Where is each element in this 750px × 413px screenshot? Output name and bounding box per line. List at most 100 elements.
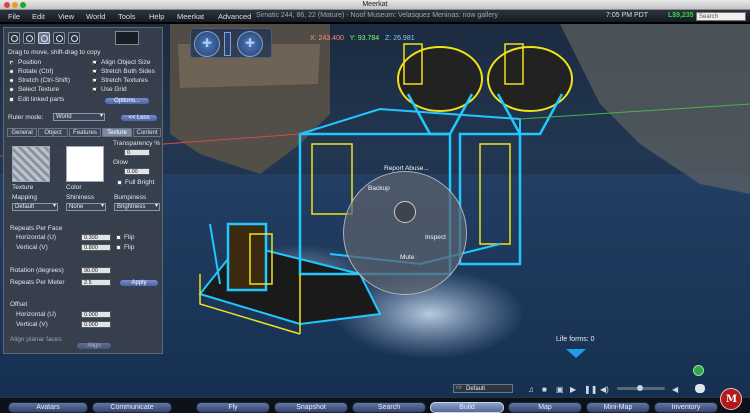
fullbright-checkbox[interactable] <box>117 180 122 185</box>
position-radio[interactable] <box>9 60 14 65</box>
texture-label: Texture <box>12 184 34 191</box>
move-wheel-icon[interactable] <box>194 31 220 57</box>
use-grid-checkbox[interactable] <box>92 87 97 92</box>
horizontal-repeat-field[interactable]: 0.300 <box>81 234 111 241</box>
menu-file[interactable]: File <box>8 12 20 21</box>
rotation-field[interactable]: 90.00 <box>81 267 111 274</box>
stretch-textures-label: Stretch Textures <box>101 77 148 84</box>
pie-menu-center[interactable] <box>394 201 416 223</box>
graphics-preset-select[interactable]: Default <box>453 384 513 393</box>
vertical-repeat-field[interactable]: 0.800 <box>81 244 111 251</box>
pause-icon[interactable]: ❚❚ <box>584 385 597 394</box>
color-swatch[interactable] <box>66 146 104 182</box>
menu-help[interactable]: Help <box>149 12 164 21</box>
align-button[interactable]: Align <box>76 342 112 350</box>
tab-object[interactable]: Object <box>38 128 68 137</box>
pie-inspect[interactable]: Inspect <box>425 234 446 241</box>
land-tool-icon[interactable] <box>68 32 80 44</box>
speaker-icon[interactable]: ◀) <box>600 385 609 394</box>
stretch-textures-checkbox[interactable] <box>92 78 97 83</box>
pie-backup[interactable]: Backup <box>368 185 390 192</box>
position-label: Position <box>18 59 42 66</box>
align-size-checkbox[interactable] <box>92 60 97 65</box>
options-button[interactable]: Options... <box>104 97 150 105</box>
drag-hint: Drag to move, shift-drag to copy <box>8 49 101 56</box>
create-tool-icon[interactable] <box>53 32 65 44</box>
ruler-mode-select[interactable]: World <box>53 113 105 121</box>
texture-swatch[interactable] <box>12 146 50 182</box>
menu-edit[interactable]: Edit <box>32 12 45 21</box>
balance[interactable]: L$9,235 <box>668 12 694 19</box>
menu-world[interactable]: World <box>86 12 105 21</box>
select-texture-radio[interactable] <box>9 87 14 92</box>
shininess-label: Shininess <box>66 194 95 201</box>
stretch-both-checkbox[interactable] <box>92 69 97 74</box>
flip-u-label: Flip <box>124 234 135 241</box>
build-button[interactable]: Build <box>430 402 504 413</box>
rotate-radio[interactable] <box>9 69 14 74</box>
volume-slider[interactable] <box>617 385 665 391</box>
align-size-label: Align Object Size <box>101 59 151 66</box>
pie-mute[interactable]: Mute <box>400 254 414 261</box>
repeats-face-label: Repeats Per Face <box>10 225 63 232</box>
color-label: Color <box>66 184 82 191</box>
tool-preview <box>115 31 139 45</box>
pie-report-abuse[interactable]: Report Abuse... <box>384 165 429 172</box>
mapping-select[interactable]: Default <box>12 203 58 211</box>
transparency-label: Transparency % <box>113 140 161 147</box>
tab-features[interactable]: Features <box>69 128 101 137</box>
search-button[interactable]: Search <box>352 402 426 413</box>
voice-toggle-icon[interactable] <box>693 365 704 376</box>
voice-chat-icon[interactable] <box>695 384 705 393</box>
lifeforms-label: Life forms: 0 <box>556 336 595 343</box>
rotation-label: Rotation (degrees) <box>10 267 64 274</box>
transparency-field[interactable]: 0 <box>124 149 150 156</box>
apply-button[interactable]: Apply <box>119 279 159 287</box>
tab-general[interactable]: General <box>7 128 37 137</box>
shininess-select[interactable]: None <box>66 203 106 211</box>
select-texture-label: Select Texture <box>18 86 60 93</box>
repeats-meter-field[interactable]: 2.5 <box>81 279 111 286</box>
menu-view[interactable]: View <box>58 12 74 21</box>
mute-icon[interactable]: ◀ <box>672 385 678 394</box>
tab-content[interactable]: Content <box>133 128 161 137</box>
edit-linked-checkbox[interactable] <box>9 97 14 102</box>
tab-texture[interactable]: Texture <box>102 128 132 137</box>
play-icon[interactable]: ▶ <box>570 385 576 394</box>
bumpiness-select[interactable]: Brightness <box>114 203 160 211</box>
vertical-label: Vertical (V) <box>16 244 48 251</box>
stretch-radio[interactable] <box>9 78 14 83</box>
window-title: Meerkat <box>362 1 388 8</box>
map-button[interactable]: Map <box>508 402 582 413</box>
avatars-button[interactable]: Avatars <box>8 402 88 413</box>
fly-button[interactable]: Fly <box>196 402 270 413</box>
snapshot-button[interactable]: Snapshot <box>274 402 348 413</box>
offset-h-field[interactable]: 0.000 <box>81 311 111 318</box>
edit-tool-icon[interactable] <box>38 32 50 44</box>
music-note-icon[interactable]: ♫ <box>528 385 534 394</box>
glow-field[interactable]: 0.00 <box>124 168 150 175</box>
communicate-button[interactable]: Communicate <box>92 402 172 413</box>
location-info[interactable]: Simatic 244, 86, 22 (Mature) - Noof Muse… <box>256 12 498 19</box>
lifeforms-indicator-icon[interactable] <box>566 349 586 358</box>
move-tool-icon[interactable] <box>23 32 35 44</box>
focus-tool-icon[interactable] <box>8 32 20 44</box>
search-input[interactable]: Search <box>696 12 746 21</box>
menu-advanced[interactable]: Advanced <box>218 12 251 21</box>
fly-slider[interactable] <box>224 32 231 56</box>
menu-meerkat[interactable]: Meerkat <box>177 12 204 21</box>
less-button[interactable]: << Less <box>120 114 158 122</box>
coordinate-readout: X: 243.400 Y: 93.784 Z: 26.981 <box>310 35 415 42</box>
minimap-button[interactable]: Mini-Map <box>586 402 650 413</box>
clock: 7:05 PM PDT <box>606 12 649 19</box>
inventory-button[interactable]: Inventory <box>654 402 718 413</box>
camera-wheel-icon[interactable] <box>237 31 263 57</box>
mapping-label: Mapping <box>12 194 37 201</box>
flip-u-checkbox[interactable] <box>116 235 121 240</box>
offset-v-field[interactable]: 0.000 <box>81 321 111 328</box>
menu-tools[interactable]: Tools <box>118 12 136 21</box>
stop-icon[interactable]: ■ <box>542 385 547 394</box>
flip-v-checkbox[interactable] <box>116 245 121 250</box>
meerkat-logo-icon <box>720 388 742 410</box>
camera-icon[interactable]: ▣ <box>556 385 564 394</box>
